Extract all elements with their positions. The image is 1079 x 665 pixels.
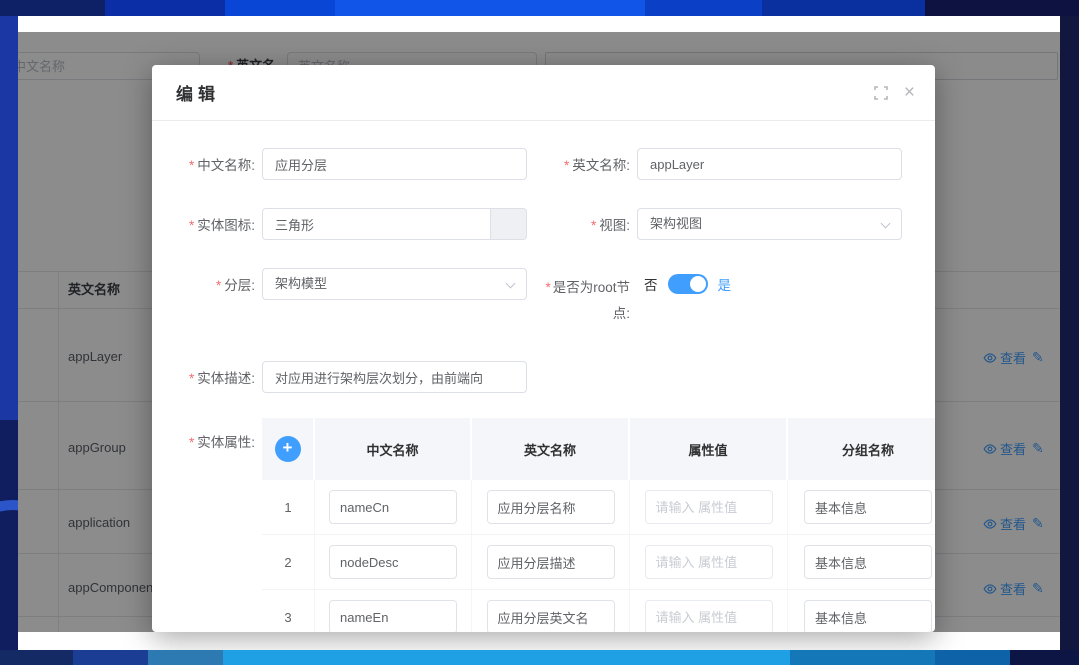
- required-mark: *: [189, 158, 194, 173]
- add-attribute-button[interactable]: +: [275, 436, 301, 462]
- view-select[interactable]: 架构视图: [637, 208, 902, 240]
- chevron-down-icon: [881, 219, 891, 229]
- attr-header-cn: 中文名称: [315, 418, 472, 480]
- dialog-header: 编辑 ×: [152, 65, 935, 121]
- required-mark: *: [216, 278, 221, 293]
- attr-group-input[interactable]: [804, 490, 932, 524]
- attribute-table-header: + 中文名称 英文名称 属性值 分组名称: [262, 418, 935, 480]
- field-is-root: 否 是: [644, 268, 731, 300]
- entity-icon-input[interactable]: [262, 208, 491, 240]
- required-mark: *: [189, 218, 194, 233]
- app-window: *英文名 英文名称 appLayer appGroup application …: [18, 16, 1060, 650]
- is-root-label: *是否为root节点:: [542, 275, 630, 327]
- row-index: 1: [284, 500, 291, 515]
- toggle-knob: [690, 276, 706, 292]
- row-index: 2: [284, 555, 291, 570]
- attr-cn-input[interactable]: [329, 600, 457, 632]
- toggle-off-label: 否: [644, 274, 658, 294]
- attr-en-input[interactable]: [487, 600, 615, 632]
- chevron-down-icon: [506, 279, 516, 289]
- attribute-table: + 中文名称 英文名称 属性值 分组名称 1 2: [262, 418, 935, 632]
- field-entity-icon: *实体图标:: [152, 208, 527, 240]
- field-view: *视图: 架构视图: [537, 208, 902, 240]
- field-entity-desc: *实体描述:: [152, 361, 527, 393]
- field-name-en: *英文名称:: [537, 148, 902, 180]
- attr-header-en: 英文名称: [472, 418, 630, 480]
- attr-header-group: 分组名称: [788, 418, 935, 480]
- fullscreen-icon[interactable]: [874, 86, 888, 100]
- required-mark: *: [591, 218, 596, 233]
- icon-picker-button[interactable]: [491, 208, 527, 240]
- entity-desc-input[interactable]: [262, 361, 527, 393]
- frame-top-band: [0, 0, 1079, 16]
- attr-group-input[interactable]: [804, 545, 932, 579]
- required-mark: *: [189, 371, 194, 386]
- edit-dialog: 编辑 × *中文名称: *英文名称: *实体图标:: [152, 65, 935, 632]
- attribute-row: 2: [262, 535, 935, 590]
- required-mark: *: [564, 158, 569, 173]
- toggle-on-label: 是: [718, 274, 732, 294]
- attr-header-value: 属性值: [630, 418, 788, 480]
- required-mark: *: [545, 280, 550, 295]
- frame-bottom-band: [0, 650, 1079, 665]
- attribute-row: 3: [262, 590, 935, 632]
- attr-value-input[interactable]: [645, 600, 773, 632]
- attr-value-input[interactable]: [645, 490, 773, 524]
- layer-select[interactable]: 架构模型: [262, 268, 527, 300]
- field-entity-attrs: *实体属性:: [152, 431, 255, 451]
- field-name-cn: *中文名称:: [152, 148, 527, 180]
- dialog-title: 编辑: [176, 80, 220, 105]
- attr-value-input[interactable]: [645, 545, 773, 579]
- screenshot-root: *英文名 英文名称 appLayer appGroup application …: [0, 0, 1079, 665]
- attr-group-input[interactable]: [804, 600, 932, 632]
- row-index: 3: [284, 610, 291, 625]
- frame-right-band: [1060, 16, 1079, 650]
- attr-cn-input[interactable]: [329, 545, 457, 579]
- field-layer: *分层: 架构模型: [152, 268, 527, 300]
- attribute-row: 1: [262, 480, 935, 535]
- attr-en-input[interactable]: [487, 545, 615, 579]
- close-icon[interactable]: ×: [904, 83, 915, 102]
- attr-en-input[interactable]: [487, 490, 615, 524]
- is-root-toggle[interactable]: [668, 274, 708, 294]
- required-mark: *: [189, 435, 194, 450]
- attr-cn-input[interactable]: [329, 490, 457, 524]
- name-en-input[interactable]: [637, 148, 902, 180]
- name-cn-input[interactable]: [262, 148, 527, 180]
